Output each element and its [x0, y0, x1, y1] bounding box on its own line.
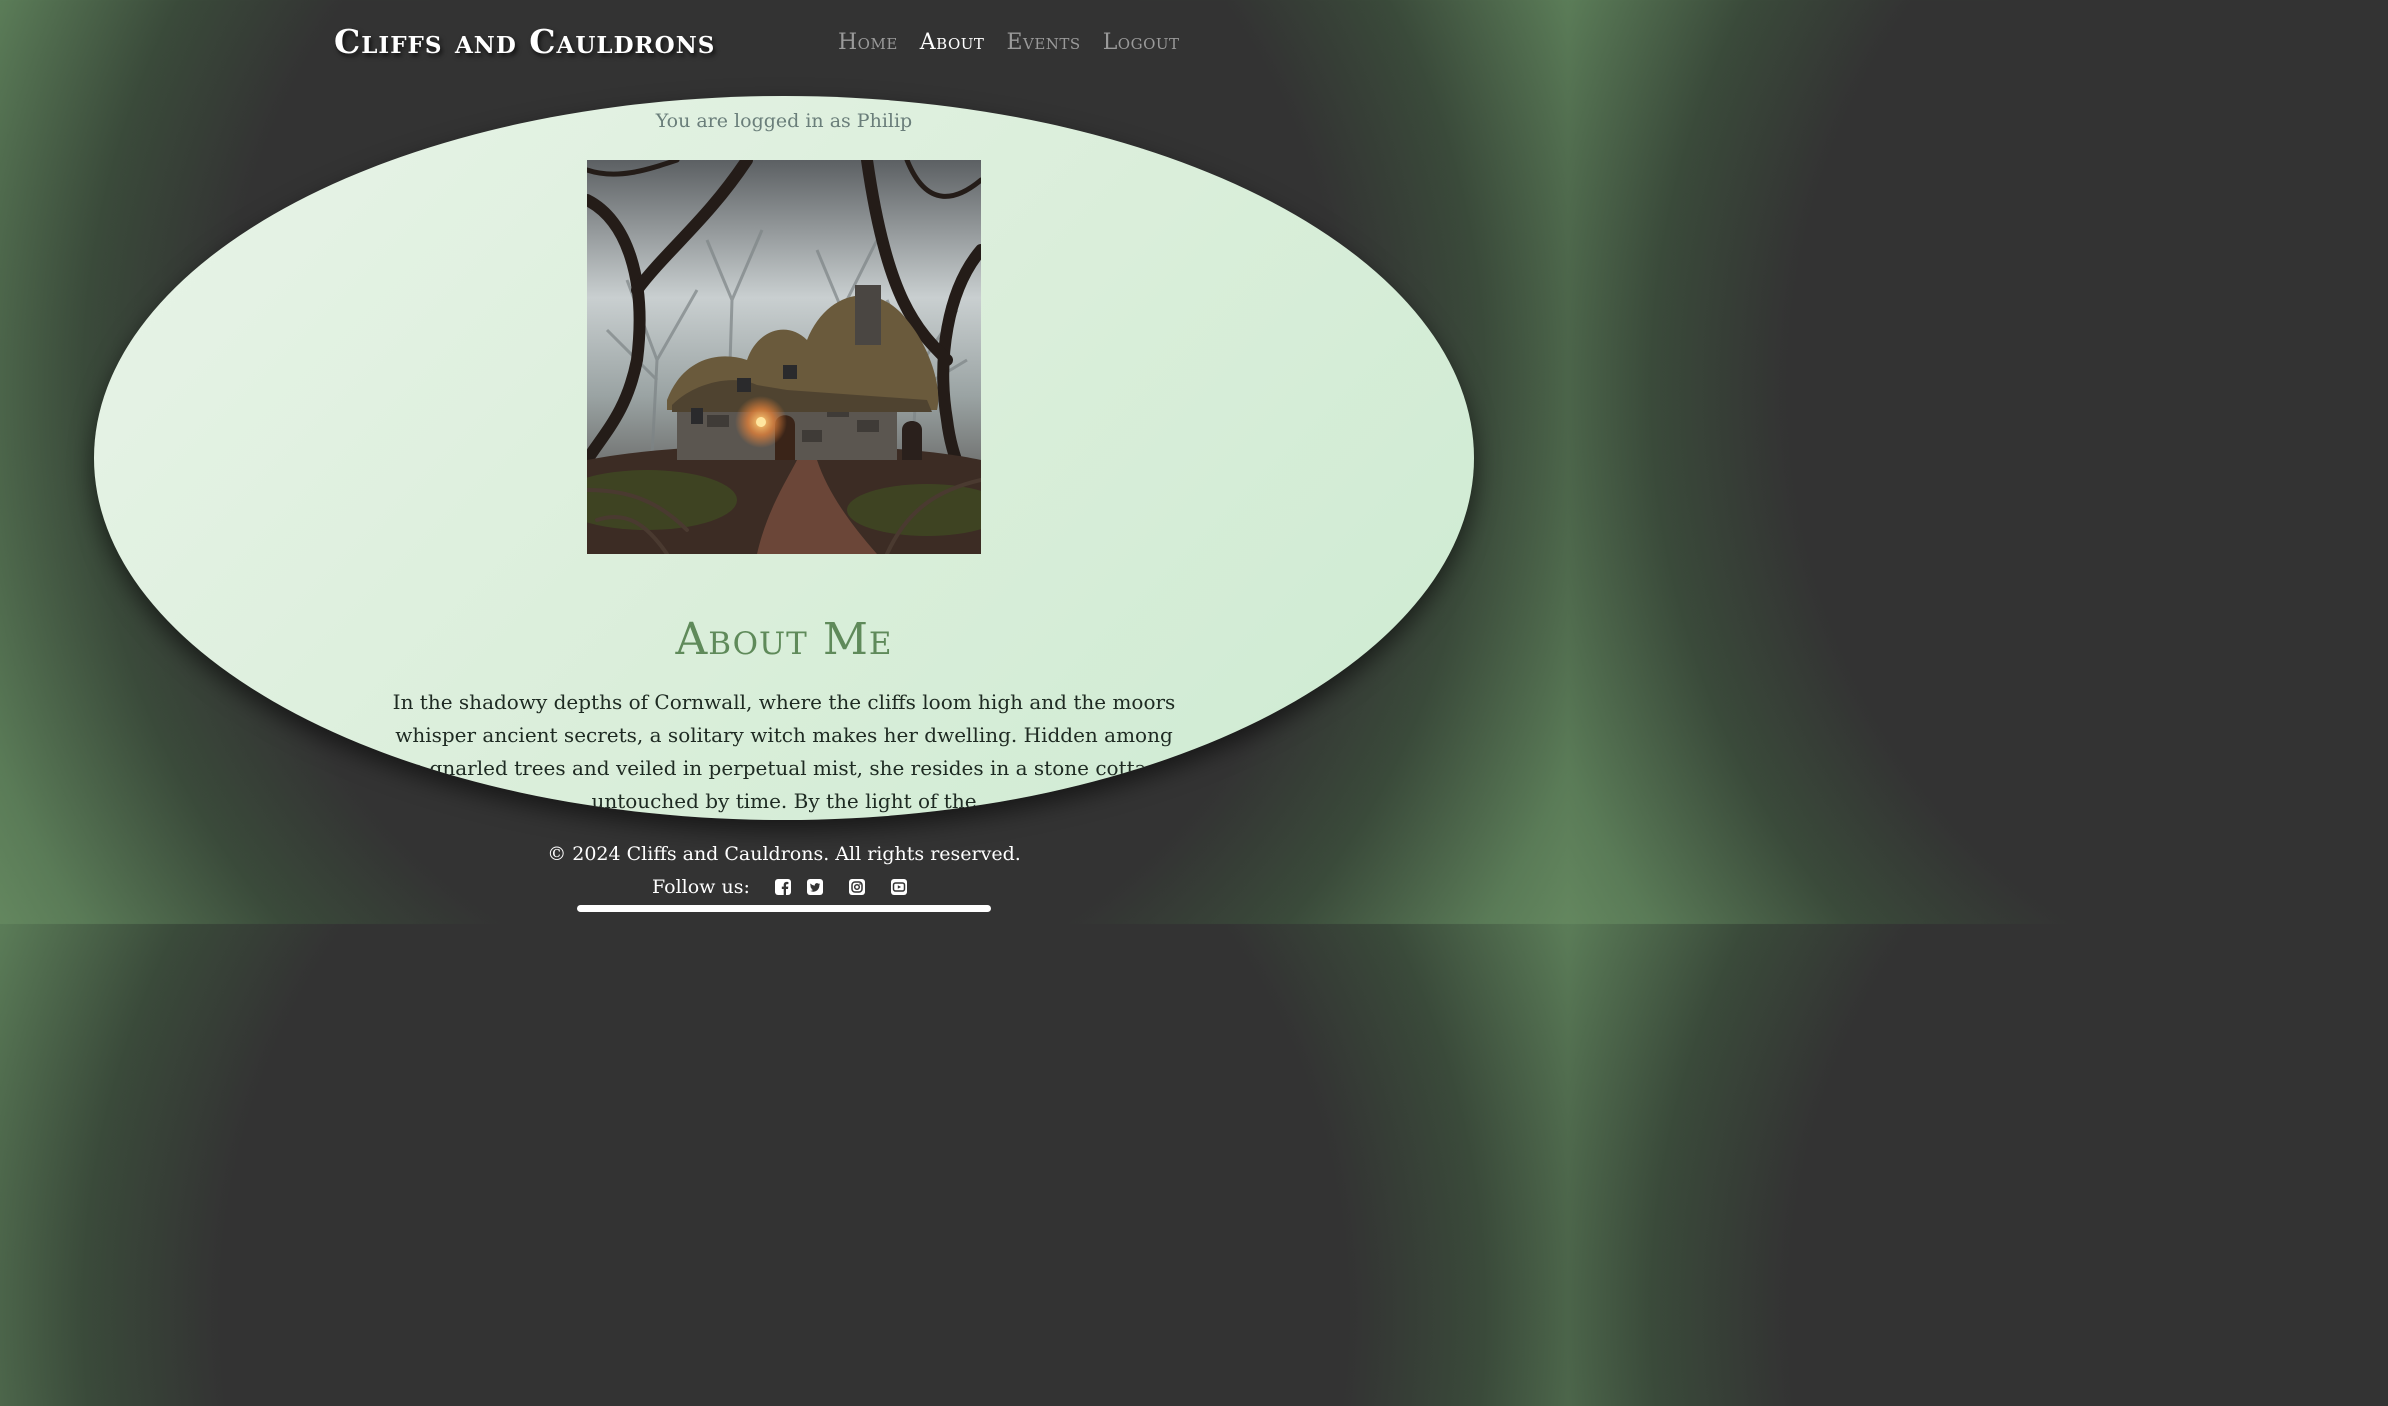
- about-heading: About Me: [675, 614, 893, 665]
- witch-cottage-image: [587, 160, 981, 554]
- follow-row: Follow us:: [652, 874, 922, 900]
- site-title[interactable]: Cliffs and Cauldrons: [334, 22, 715, 61]
- instagram-icon[interactable]: [848, 878, 866, 896]
- nav-events-link[interactable]: Events: [1006, 30, 1080, 55]
- main-nav: Home About Events Logout: [838, 30, 1180, 55]
- nav-home-link[interactable]: Home: [838, 30, 898, 55]
- follow-label: Follow us:: [652, 876, 750, 898]
- login-status: You are logged in as Philip: [655, 110, 913, 132]
- site-header: Cliffs and Cauldrons Home About Events L…: [0, 0, 1568, 90]
- footer-copyright: © 2024 Cliffs and Cauldrons. All rights …: [547, 843, 1021, 865]
- facebook-icon[interactable]: [774, 878, 792, 896]
- content-oval: You are logged in as Philip About Me In …: [94, 96, 1474, 820]
- about-body-text: In the shadowy depths of Cornwall, where…: [390, 690, 1178, 813]
- twitter-icon[interactable]: [806, 878, 824, 896]
- nav-logout-link[interactable]: Logout: [1103, 30, 1180, 55]
- nav-about-link[interactable]: About: [920, 30, 985, 55]
- horizontal-scrollbar[interactable]: [577, 905, 991, 912]
- youtube-icon[interactable]: [890, 878, 908, 896]
